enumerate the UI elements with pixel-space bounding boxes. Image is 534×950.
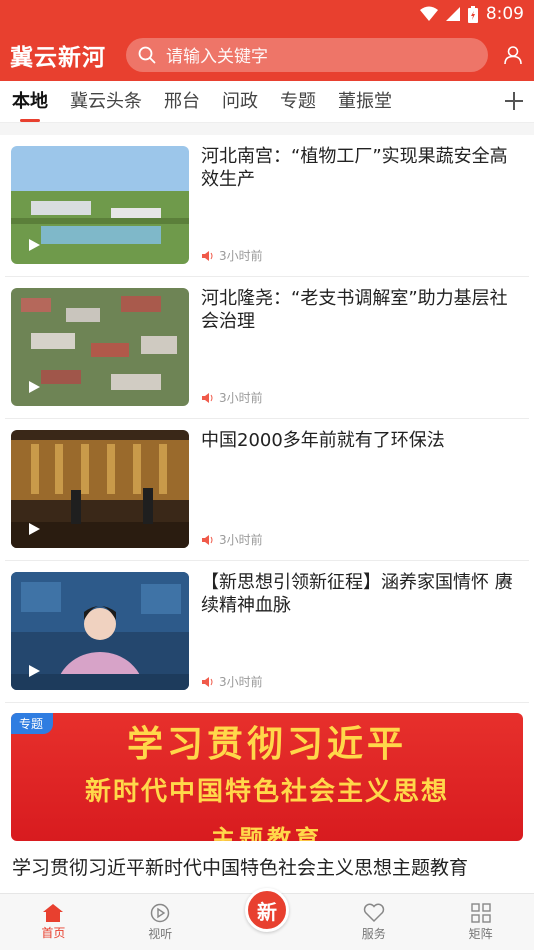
banner-line-3: 主题教育 [211,824,323,841]
news-item[interactable]: 河北隆尧：“老支书调解室”助力基层社会治理 3小时前 [5,277,529,419]
audio-icon [202,676,213,687]
news-thumbnail [11,430,189,548]
news-time: 3小时前 [219,675,263,689]
grid-icon [470,902,491,923]
news-time: 3小时前 [219,249,263,263]
play-icon [29,523,40,535]
tab-special[interactable]: 专题 [280,81,316,123]
user-icon[interactable] [502,44,524,66]
audio-icon [202,250,213,261]
app-logo: 冀云新河 [10,44,106,71]
tab-local[interactable]: 本地 [12,81,48,123]
banner-line-1: 学习贯彻习近平 [126,723,407,765]
nav-service[interactable]: 服务 [320,894,427,950]
banner-line-2: 新时代中国特色社会主义思想 [84,777,449,807]
signal-icon [445,7,460,21]
nav-listen[interactable]: 视听 [107,894,214,950]
search-icon [138,46,156,63]
news-item[interactable]: 河北南宫：“植物工厂”实现果蔬安全高效生产 3小时前 [5,135,529,277]
search-input[interactable]: 请输入关键字 [126,37,488,72]
nav-home[interactable]: 首页 [0,894,107,950]
news-meta: 3小时前 [201,389,263,406]
list-spacer [0,123,534,135]
wifi-icon [419,6,438,21]
nav-home-label: 首页 [41,925,66,940]
news-meta: 3小时前 [201,673,263,690]
nav-matrix-label: 矩阵 [468,926,493,941]
play-icon [29,381,40,393]
nav-listen-label: 视听 [148,926,173,941]
add-channel-icon[interactable] [502,89,526,113]
news-item[interactable]: 中国2000多年前就有了环保法 3小时前 [5,419,529,561]
news-title: 河北隆尧：“老支书调解室”助力基层社会治理 [201,288,508,332]
tab-xingtai[interactable]: 邢台 [164,81,200,123]
news-thumbnail [11,146,189,264]
news-meta: 3小时前 [201,247,263,264]
app-header: 冀云新河 请输入关键字 [0,28,534,81]
battery-icon [467,5,478,23]
audio-icon [202,392,213,403]
news-title: 中国2000多年前就有了环保法 [201,430,445,451]
special-badge: 专题 [11,713,54,734]
tab-dongzhentang[interactable]: 董振堂 [338,81,392,123]
nav-service-label: 服务 [361,926,386,941]
audio-icon [202,534,213,545]
news-meta: 3小时前 [201,531,263,548]
search-placeholder: 请输入关键字 [166,47,268,67]
bottom-nav: 首页 视听 新 服务 矩阵 [0,888,534,950]
play-icon [29,239,40,251]
tab-wenzheng[interactable]: 问政 [222,81,258,123]
news-thumbnail [11,288,189,406]
center-logo-button[interactable]: 新 [244,888,289,932]
tab-jiyun-headlines[interactable]: 冀云头条 [70,81,142,123]
play-circle-icon [150,903,170,922]
news-title: 河北南宫：“植物工厂”实现果蔬安全高效生产 [201,146,508,190]
status-time: 8:09 [485,4,524,24]
news-thumbnail [11,572,189,690]
heart-icon [363,903,384,922]
channel-tabs: 本地 冀云头条 邢台 问政 专题 董振堂 [0,81,534,123]
top-bar: 8:09 冀云新河 请输入关键字 [0,0,534,81]
home-icon [43,903,64,922]
news-time: 3小时前 [219,391,263,405]
news-time: 3小时前 [219,533,263,547]
status-bar: 8:09 [0,0,534,28]
news-title: 【新思想引领新征程】涵养家国情怀 赓续精神血脉 [201,572,513,616]
play-icon [29,665,40,677]
center-logo-text: 新 [256,899,277,924]
nav-center[interactable]: 新 [214,888,321,950]
special-topic-title[interactable]: 学习贯彻习近平新时代中国特色社会主义思想主题教育 [12,853,522,880]
nav-matrix[interactable]: 矩阵 [427,894,534,950]
news-item[interactable]: 【新思想引领新征程】涵养家国情怀 赓续精神血脉 3小时前 [5,561,529,703]
special-topic-banner[interactable]: 学习贯彻习近平 新时代中国特色社会主义思想 主题教育 专题 [11,713,523,841]
